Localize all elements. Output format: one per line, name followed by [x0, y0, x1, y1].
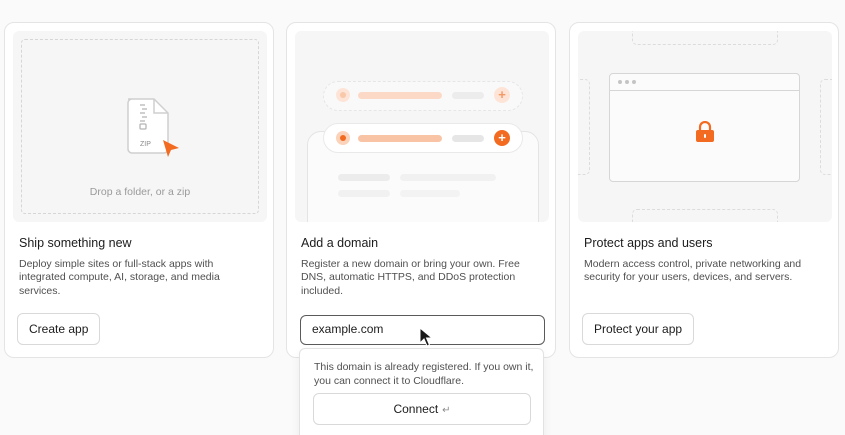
domain-row-active: +	[323, 123, 523, 153]
dashed-frame	[820, 79, 832, 175]
window-dot-icon	[618, 80, 622, 84]
ship-card: ZIP Drop a folder, or a zip Ship somethi…	[4, 22, 274, 358]
lock-icon	[695, 120, 715, 148]
placeholder-bar	[338, 190, 390, 197]
browser-titlebar	[610, 74, 799, 91]
row-bar	[452, 135, 484, 142]
svg-text:ZIP: ZIP	[140, 141, 151, 148]
plus-icon: +	[494, 130, 510, 146]
drop-hint-text: Drop a folder, or a zip	[89, 186, 191, 198]
card-title: Ship something new	[19, 236, 132, 250]
domain-status-message: This domain is already registered. If yo…	[314, 361, 534, 387]
card-title: Add a domain	[301, 236, 379, 250]
card-description: Register a new domain or bring your own.…	[301, 258, 520, 297]
row-bar	[358, 135, 442, 142]
connect-button-label: Connect	[393, 402, 439, 416]
window-dot-icon	[632, 80, 636, 84]
domain-card: + + Add a domain Register a new domain o…	[286, 22, 556, 358]
domain-row-ghost: +	[323, 81, 523, 111]
plus-icon: +	[494, 87, 510, 103]
card-description: Modern access control, private networkin…	[584, 258, 802, 284]
placeholder-bar	[400, 190, 460, 197]
protect-card: Protect apps and users Modern access con…	[569, 22, 839, 358]
row-bar	[358, 92, 442, 99]
dashed-frame	[632, 31, 778, 45]
enter-key-icon: ↵	[442, 405, 451, 416]
placeholder-bar	[338, 174, 390, 181]
row-dot-icon	[336, 88, 350, 102]
card-description: Deploy simple sites or full-stack apps w…	[19, 258, 220, 297]
row-bar	[452, 92, 484, 99]
dropzone[interactable]: ZIP Drop a folder, or a zip	[21, 39, 259, 214]
ship-illustration: ZIP Drop a folder, or a zip	[13, 31, 267, 222]
row-dot-icon	[336, 131, 350, 145]
placeholder-bar	[400, 174, 496, 181]
zip-file-icon: ZIP	[124, 97, 182, 164]
dashed-frame	[632, 209, 778, 222]
card-title: Protect apps and users	[584, 236, 713, 250]
dashed-frame	[578, 79, 590, 175]
browser-window	[609, 73, 800, 182]
protect-illustration	[578, 31, 832, 222]
window-dot-icon	[625, 80, 629, 84]
create-app-button[interactable]: Create app	[17, 313, 101, 345]
domain-status-popover: This domain is already registered. If yo…	[299, 348, 544, 435]
domain-illustration: + +	[295, 31, 549, 222]
protect-app-button[interactable]: Protect your app	[582, 313, 695, 345]
mouse-cursor-icon	[419, 326, 434, 352]
connect-button[interactable]: Connect ↵	[313, 393, 531, 425]
